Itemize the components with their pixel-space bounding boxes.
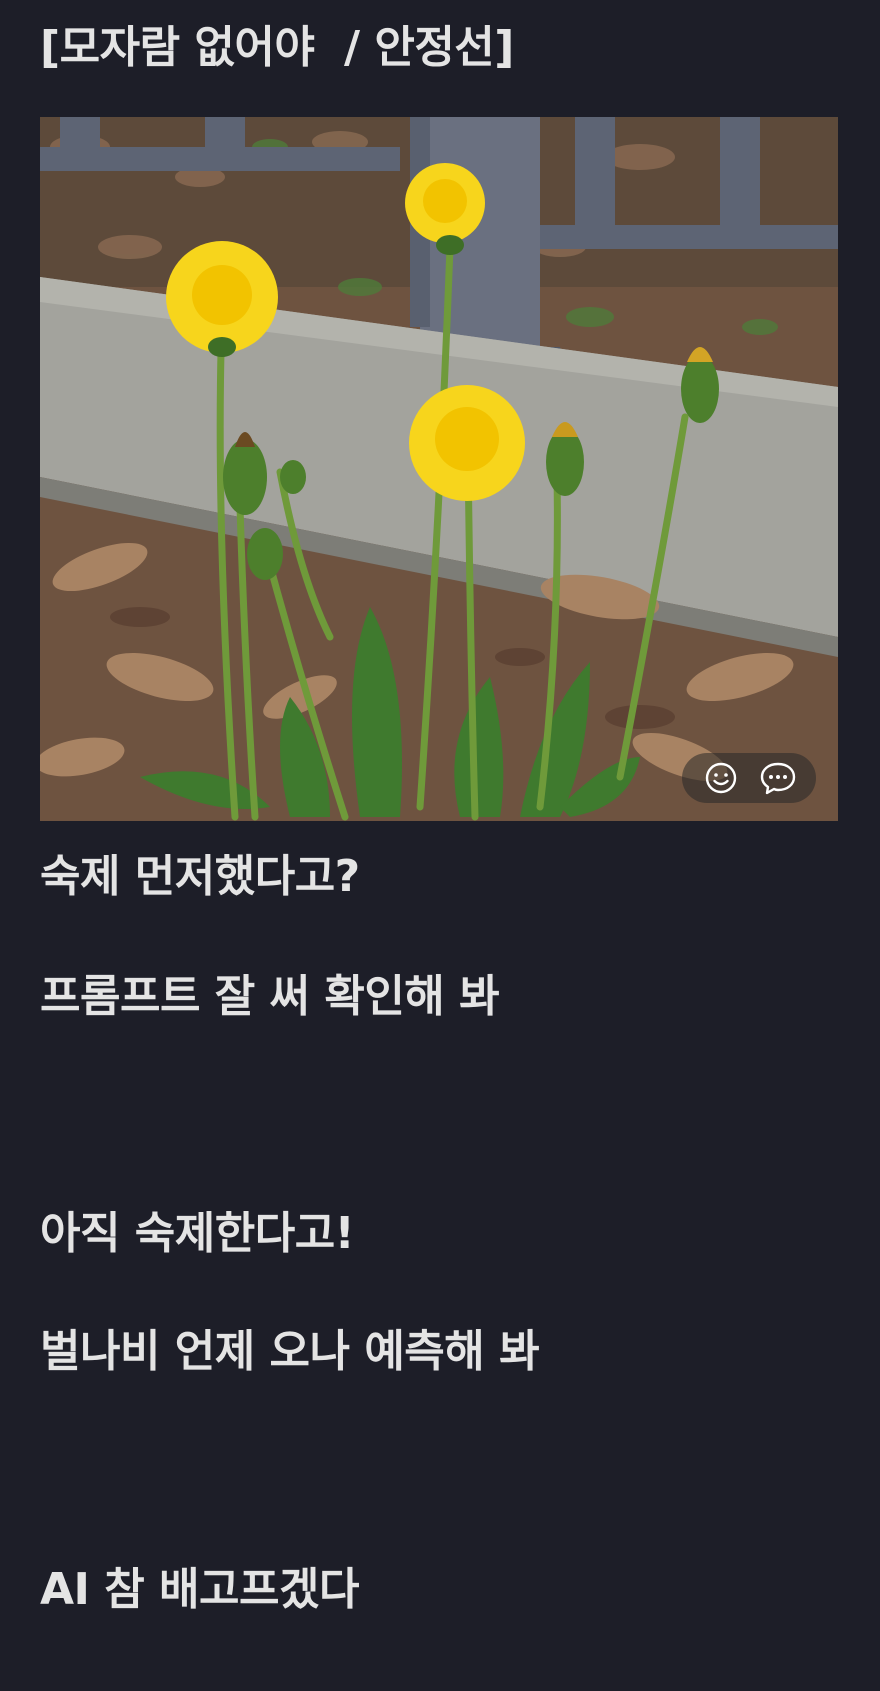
reaction-bar (682, 753, 816, 803)
dandelion-photo[interactable] (40, 117, 838, 821)
post-title: [모자람 없어야 / 안정선] (40, 22, 514, 73)
poem-line-3: 아직 숙제한다고! (40, 1208, 355, 1259)
poem-line-1: 숙제 먼저했다고? (40, 851, 360, 902)
poem-line-2: 프롬프트 잘 써 확인해 봐 (40, 971, 500, 1022)
poem-line-4: 벌나비 언제 오나 예측해 봐 (40, 1326, 540, 1377)
smiley-icon[interactable] (701, 758, 741, 798)
dandelion-illustration (40, 117, 838, 821)
poem-line-5: AI 참 배고프겠다 (40, 1564, 359, 1615)
speech-bubble-icon[interactable] (758, 758, 798, 798)
